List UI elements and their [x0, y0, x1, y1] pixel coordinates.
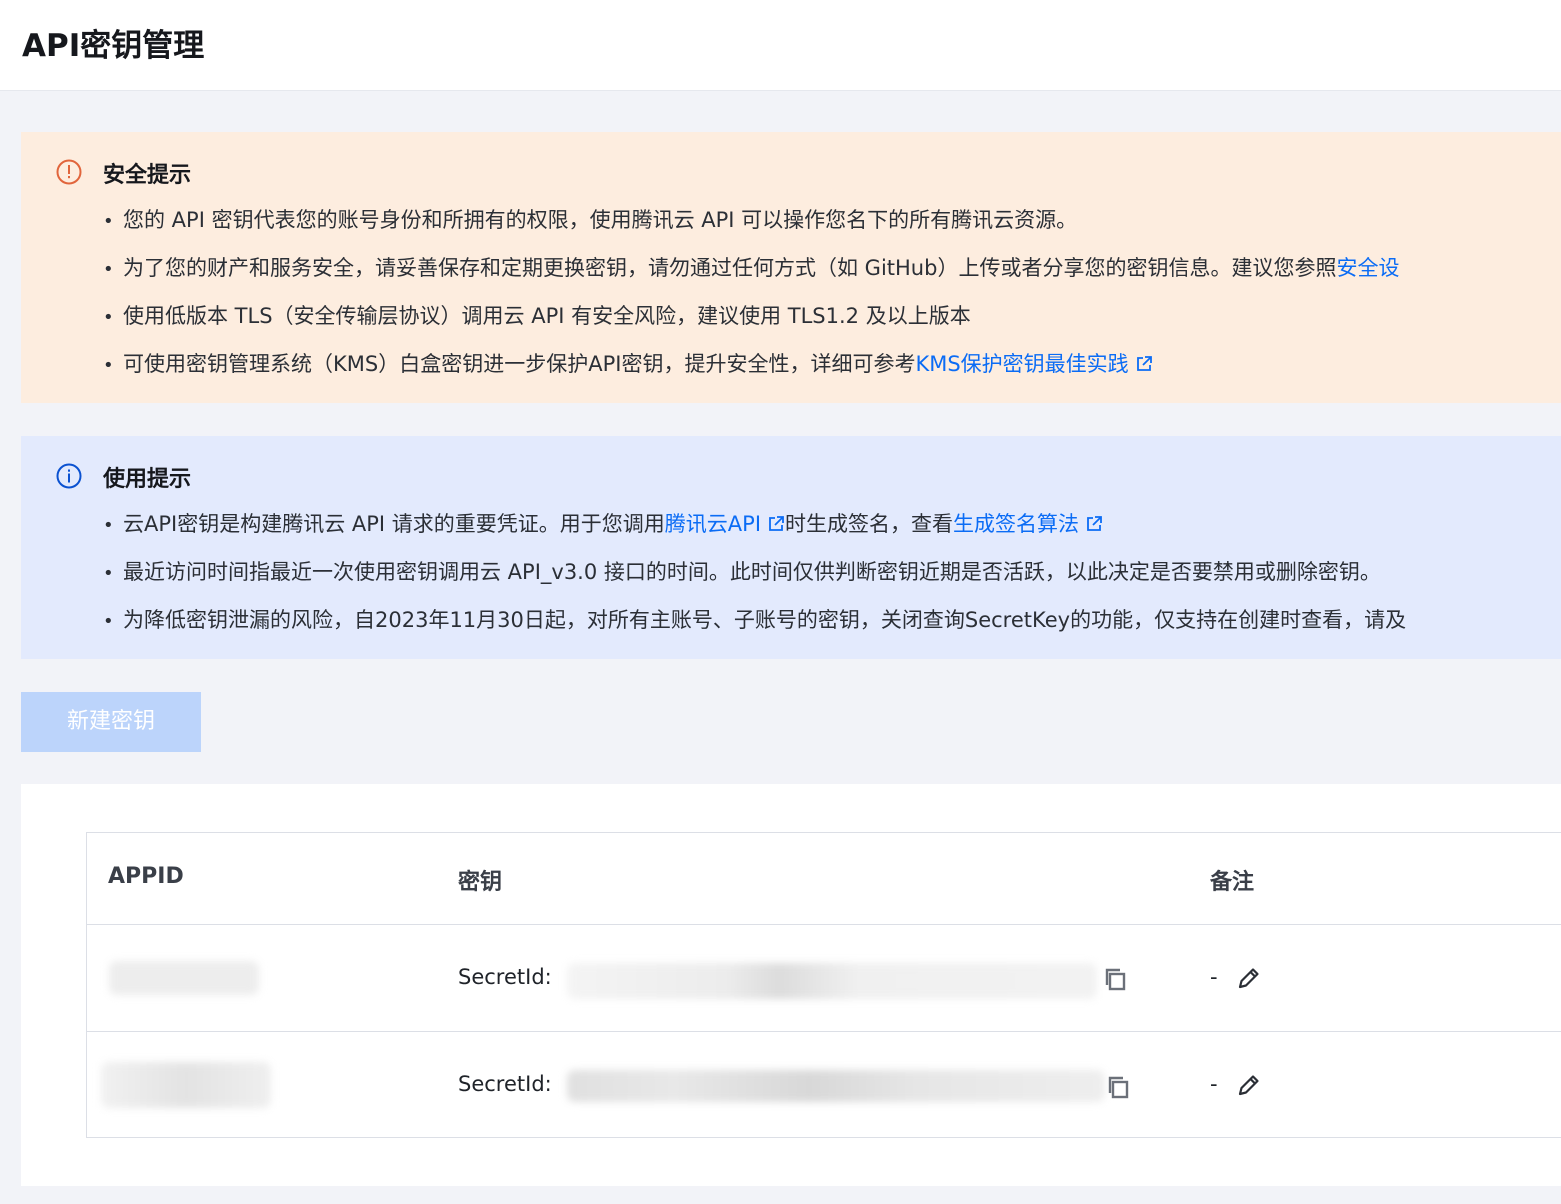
- page-title: API密钥管理: [22, 28, 205, 64]
- secret-id-label: SecretId:: [458, 965, 552, 989]
- table-header: APPID 密钥 备注: [87, 833, 1561, 925]
- column-header-key: 密钥: [458, 870, 503, 895]
- security-notice-item: • 使用低版本 TLS（安全传输层协议）调用云 API 有安全风险，建议使用 TL…: [103, 304, 971, 328]
- copy-icon[interactable]: [1103, 967, 1129, 993]
- alert-circle-icon: [56, 159, 82, 185]
- kms-best-practice-link[interactable]: KMS保护密钥最佳实践: [915, 352, 1128, 376]
- external-link-icon[interactable]: [767, 515, 785, 533]
- tencent-cloud-api-link[interactable]: 腾讯云API: [665, 512, 761, 536]
- security-notice-item: • 您的 API 密钥代表您的账号身份和所拥有的权限，使用腾讯云 API 可以操作…: [103, 208, 1078, 232]
- keys-table: APPID 密钥 备注 SecretId: - SecretId: -: [86, 832, 1561, 1138]
- appid-redacted: [109, 961, 259, 995]
- column-header-appid: APPID: [108, 864, 184, 889]
- keys-panel: APPID 密钥 备注 SecretId: - SecretId: -: [21, 784, 1561, 1186]
- secret-id-redacted: [567, 1070, 1105, 1102]
- external-link-icon[interactable]: [1085, 515, 1103, 533]
- security-notice-heading: 安全提示: [103, 163, 192, 188]
- security-settings-link[interactable]: 安全设: [1336, 256, 1399, 280]
- copy-icon[interactable]: [1106, 1075, 1132, 1101]
- usage-notice-item: • 云API密钥是构建腾讯云 API 请求的重要凭证。用于您调用腾讯云API 时生…: [103, 509, 1103, 541]
- security-notice-item: • 可使用密钥管理系统（KMS）白盒密钥进一步保护API密钥，提升安全性，详细可参…: [103, 349, 1153, 381]
- table-row: SecretId: -: [87, 1032, 1561, 1138]
- signature-algorithm-link[interactable]: 生成签名算法: [953, 512, 1079, 536]
- usage-notice: 使用提示 • 云API密钥是构建腾讯云 API 请求的重要凭证。用于您调用腾讯云A…: [21, 436, 1561, 659]
- remark-value: -: [1210, 965, 1218, 989]
- column-header-remark: 备注: [1210, 870, 1255, 895]
- secret-id-label: SecretId:: [458, 1072, 552, 1096]
- edit-pencil-icon[interactable]: [1235, 1071, 1263, 1099]
- page-header: API密钥管理: [0, 0, 1561, 91]
- external-link-icon[interactable]: [1135, 355, 1153, 373]
- usage-notice-item: • 为降低密钥泄漏的风险，自2023年11月30日起，对所有主账号、子账号的密钥，…: [103, 608, 1407, 632]
- usage-notice-item: • 最近访问时间指最近一次使用密钥调用云 API_v3.0 接口的时间。此时间仅供…: [103, 560, 1381, 584]
- secret-id-redacted: [567, 963, 1097, 999]
- info-circle-icon: [56, 463, 82, 489]
- usage-notice-heading: 使用提示: [103, 467, 192, 492]
- table-row: SecretId: -: [87, 925, 1561, 1032]
- security-notice-item: • 为了您的财产和服务安全，请妥善保存和定期更换密钥，请勿通过任何方式（如 Git…: [103, 256, 1400, 280]
- appid-redacted: [101, 1062, 271, 1108]
- security-notice: 安全提示 • 您的 API 密钥代表您的账号身份和所拥有的权限，使用腾讯云 API…: [21, 132, 1561, 403]
- edit-pencil-icon[interactable]: [1235, 964, 1263, 992]
- create-key-button[interactable]: 新建密钥: [21, 692, 201, 752]
- remark-value: -: [1210, 1072, 1218, 1096]
